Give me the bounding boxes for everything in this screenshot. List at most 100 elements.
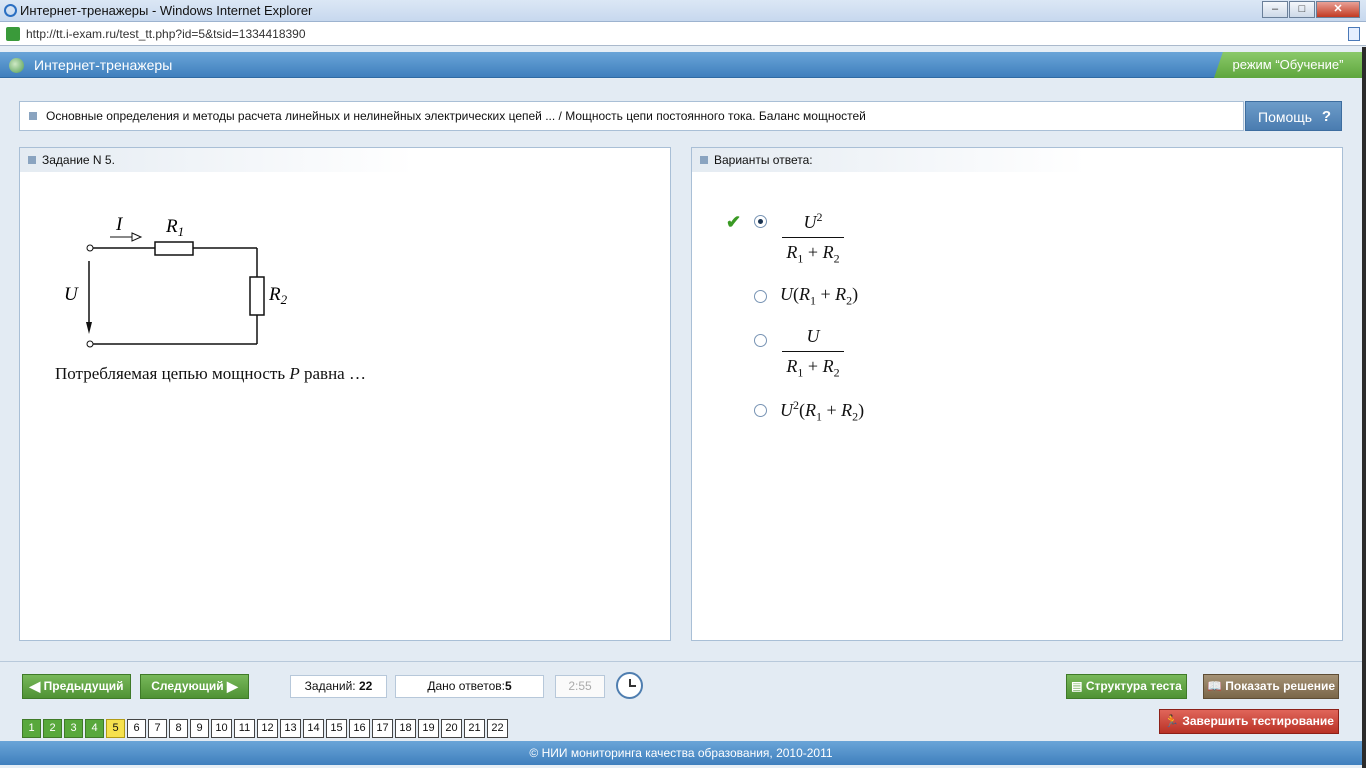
- opt1-r1: R: [786, 242, 798, 262]
- page-button-17[interactable]: 17: [372, 719, 393, 738]
- page-button-5[interactable]: 5: [106, 719, 125, 738]
- page-button-1[interactable]: 1: [22, 719, 41, 738]
- page-button-7[interactable]: 7: [148, 719, 167, 738]
- opt3-s1: 1: [797, 365, 804, 380]
- question-var: P: [289, 364, 300, 383]
- help-label: Помощь: [1258, 109, 1313, 125]
- structure-button[interactable]: ▤ Структура теста: [1066, 674, 1187, 699]
- ie-icon: [4, 4, 17, 17]
- page-button-12[interactable]: 12: [257, 719, 278, 738]
- address-bar: http://tt.i-exam.ru/test_tt.php?id=5&tsi…: [0, 22, 1366, 46]
- opt3-s2: 2: [833, 365, 840, 380]
- question-text: Потребляемая цепью мощность P равна …: [55, 364, 366, 384]
- answer-radio-3[interactable]: [754, 334, 767, 347]
- answered-label: Дано ответов:: [427, 679, 505, 693]
- r2-label: R2: [268, 284, 288, 307]
- opt4-s1: 1: [816, 409, 822, 424]
- answer-radio-2[interactable]: [754, 290, 767, 303]
- url-text[interactable]: http://tt.i-exam.ru/test_tt.php?id=5&tsi…: [26, 27, 306, 41]
- opt3-r1: R: [786, 356, 798, 376]
- main-content: Основные определения и методы расчета ли…: [0, 79, 1362, 661]
- clock-icon[interactable]: [616, 672, 643, 699]
- answered-count-box: Дано ответов:5: [395, 675, 544, 698]
- opt4-pow: 2: [793, 398, 799, 412]
- page-button-14[interactable]: 14: [303, 719, 324, 738]
- opt4-s2: 2: [852, 409, 859, 424]
- current-symbol: I: [115, 214, 124, 235]
- opt3-u: U: [806, 326, 820, 346]
- arrow-left-icon: ◀: [29, 678, 41, 694]
- square-icon: [28, 156, 36, 164]
- page-button-2[interactable]: 2: [43, 719, 62, 738]
- opt2-u: U: [780, 284, 793, 304]
- opt2-r1: R: [799, 284, 810, 304]
- answers-panel: Варианты ответа: ✔ U2 R1 + R2 U(R1 + R2)…: [691, 147, 1343, 641]
- answer-option-1[interactable]: U2 R1 + R2: [782, 210, 844, 267]
- prev-button[interactable]: ◀ Предыдущий: [22, 674, 131, 699]
- page-button-3[interactable]: 3: [64, 719, 83, 738]
- page-button-8[interactable]: 8: [169, 719, 188, 738]
- answer-option-2[interactable]: U(R1 + R2): [780, 284, 858, 309]
- answer-radio-1[interactable]: [754, 215, 767, 228]
- favicon-icon: [6, 27, 20, 41]
- page-button-19[interactable]: 19: [418, 719, 439, 738]
- prev-label: Предыдущий: [43, 679, 124, 693]
- window-titlebar: Интернет-тренажеры - Windows Internet Ex…: [0, 0, 1366, 22]
- r1-label: R1: [165, 216, 184, 239]
- solution-label: Показать решение: [1225, 679, 1336, 693]
- opt1-s2: 2: [833, 251, 840, 266]
- footer: © НИИ мониторинга качества образования, …: [0, 741, 1362, 765]
- page-button-11[interactable]: 11: [234, 719, 255, 738]
- page-icon[interactable]: [1348, 27, 1360, 41]
- app-name: Интернет-тренажеры: [34, 57, 173, 73]
- opt4-u: U: [780, 400, 793, 420]
- opt4-r1: R: [805, 400, 816, 420]
- show-solution-button[interactable]: 📖 Показать решение: [1203, 674, 1339, 699]
- question-start: Потребляемая цепью мощность: [55, 364, 286, 383]
- page-button-20[interactable]: 20: [441, 719, 462, 738]
- voltage-symbol: U: [64, 284, 79, 305]
- page-button-18[interactable]: 18: [395, 719, 416, 738]
- correct-check-icon: ✔: [726, 212, 742, 232]
- page-button-13[interactable]: 13: [280, 719, 301, 738]
- tasks-label: Заданий:: [304, 679, 356, 693]
- page-button-6[interactable]: 6: [127, 719, 146, 738]
- opt4-r2: R: [841, 400, 853, 420]
- opt2-s2: 2: [846, 293, 853, 308]
- bottom-toolbar: ◀ Предыдущий Следующий ▶ Заданий: 22 Дан…: [0, 661, 1362, 741]
- task-panel: Задание N 5. I R1 R2 U Потребляемая цепь…: [19, 147, 671, 641]
- page-button-22[interactable]: 22: [487, 719, 508, 738]
- scrollbar[interactable]: [1362, 47, 1366, 768]
- opt2-s1: 1: [810, 293, 816, 308]
- question-tail: равна …: [304, 364, 366, 383]
- voltage-label: U: [64, 284, 79, 305]
- minimize-button[interactable]: –: [1262, 1, 1288, 18]
- page-button-9[interactable]: 9: [190, 719, 209, 738]
- r2-symbol: R: [268, 284, 281, 305]
- answer-option-3[interactable]: U R1 + R2: [782, 326, 844, 381]
- timer: 2:55: [555, 675, 605, 698]
- next-button[interactable]: Следующий ▶: [140, 674, 249, 699]
- finish-test-button[interactable]: 🏃 Завершить тестирование: [1159, 709, 1339, 734]
- help-button[interactable]: Помощь ?: [1245, 101, 1342, 131]
- runner-icon: 🏃: [1164, 714, 1180, 728]
- r1-subscript: 1: [178, 224, 185, 239]
- page-button-21[interactable]: 21: [464, 719, 485, 738]
- page-button-15[interactable]: 15: [326, 719, 347, 738]
- answered-count: 5: [504, 679, 512, 693]
- answer-radio-4[interactable]: [754, 404, 767, 417]
- list-icon: ▤: [1071, 679, 1083, 693]
- page-button-4[interactable]: 4: [85, 719, 104, 738]
- opt4-plus: +: [826, 400, 837, 420]
- app-header: Интернет-тренажеры режим “Обучение”: [0, 52, 1362, 78]
- close-button[interactable]: ✕: [1316, 1, 1360, 18]
- page-button-10[interactable]: 10: [211, 719, 232, 738]
- page-button-16[interactable]: 16: [349, 719, 370, 738]
- answer-option-4[interactable]: U2(R1 + R2): [780, 398, 864, 425]
- breadcrumb-text: Основные определения и методы расчета ли…: [46, 109, 866, 123]
- next-label: Следующий: [151, 679, 224, 693]
- tasks-count: 22: [358, 679, 373, 693]
- maximize-button[interactable]: □: [1289, 1, 1315, 18]
- opt1-plus: +: [807, 242, 819, 262]
- circuit-diagram: I R1 R2 U: [64, 214, 288, 348]
